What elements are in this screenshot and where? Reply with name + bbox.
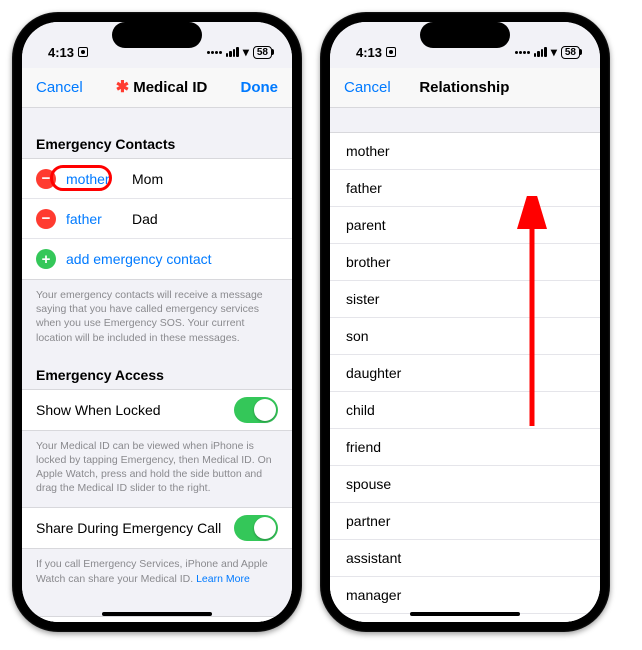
cellular-secondary-icon [515, 51, 530, 54]
wifi-icon: ▾ [243, 45, 249, 59]
relationship-option[interactable]: son [330, 318, 600, 355]
nav-bar: Cancel ✱ Medical ID Done [22, 68, 292, 108]
delete-medical-id-button[interactable]: Delete Medical ID [22, 616, 292, 622]
cellular-icon [226, 47, 239, 57]
emergency-access-header: Emergency Access [22, 357, 292, 389]
add-icon[interactable]: + [36, 249, 56, 269]
home-indicator[interactable] [410, 612, 520, 616]
contacts-footer: Your emergency contacts will receive a m… [22, 280, 292, 357]
contact-name: Dad [132, 211, 158, 227]
battery-icon: 58 [253, 46, 272, 59]
relationship-option[interactable]: mother [330, 133, 600, 170]
remove-icon[interactable]: − [36, 169, 56, 189]
cellular-secondary-icon [207, 51, 222, 54]
add-contact-label: add emergency contact [66, 251, 212, 267]
contact-name: Mom [132, 171, 163, 187]
add-contact-row[interactable]: + add emergency contact [22, 239, 292, 279]
nav-bar: Cancel Relationship [330, 68, 600, 108]
medical-asterisk-icon: ✱ [116, 80, 129, 96]
dynamic-island [420, 22, 510, 48]
relationship-option[interactable]: manager [330, 577, 600, 614]
relationship-option[interactable]: assistant [330, 540, 600, 577]
relationship-option[interactable]: partner [330, 503, 600, 540]
wifi-icon: ▾ [551, 45, 557, 59]
cellular-icon [534, 47, 547, 57]
emergency-contacts-group: − mother Mom − father Dad + add emergenc… [22, 158, 292, 280]
page-title: Relationship [419, 79, 509, 96]
contact-row[interactable]: − mother Mom [22, 159, 292, 199]
relationship-option[interactable]: friend [330, 429, 600, 466]
remove-icon[interactable]: − [36, 209, 56, 229]
relationship-option[interactable]: spouse [330, 466, 600, 503]
share-during-call-row[interactable]: Share During Emergency Call [22, 508, 292, 548]
contact-row[interactable]: − father Dad [22, 199, 292, 239]
learn-more-link[interactable]: Learn More [196, 573, 250, 585]
relationship-list[interactable]: motherfatherparentbrothersistersondaught… [330, 132, 600, 622]
relationship-option[interactable]: daughter [330, 355, 600, 392]
relationship-option[interactable]: father [330, 170, 600, 207]
done-button[interactable]: Done [240, 79, 278, 96]
status-time: 4:13 [48, 45, 74, 60]
screen-record-icon [78, 47, 88, 57]
show-locked-footer: Your Medical ID can be viewed when iPhon… [22, 431, 292, 508]
cancel-button[interactable]: Cancel [36, 79, 83, 96]
dynamic-island [112, 22, 202, 48]
battery-icon: 58 [561, 46, 580, 59]
cancel-button[interactable]: Cancel [344, 79, 391, 96]
relationship-option[interactable]: child [330, 392, 600, 429]
contact-relationship[interactable]: mother [66, 171, 132, 187]
relationship-option[interactable]: brother [330, 244, 600, 281]
relationship-option[interactable]: parent [330, 207, 600, 244]
page-title: ✱ Medical ID [116, 79, 208, 96]
share-during-call-toggle[interactable] [234, 515, 278, 541]
share-during-call-label: Share During Emergency Call [36, 520, 221, 536]
show-when-locked-toggle[interactable] [234, 397, 278, 423]
contact-relationship[interactable]: father [66, 211, 132, 227]
phone-left: 4:13 ▾ 58 Cancel ✱ Medical ID Done [12, 12, 302, 632]
home-indicator[interactable] [102, 612, 212, 616]
phone-right: 4:13 ▾ 58 Cancel Relationship motherfath… [320, 12, 610, 632]
screen-record-icon [386, 47, 396, 57]
show-when-locked-label: Show When Locked [36, 402, 161, 418]
relationship-option[interactable]: sister [330, 281, 600, 318]
status-time: 4:13 [356, 45, 382, 60]
emergency-contacts-header: Emergency Contacts [22, 108, 292, 158]
show-when-locked-row[interactable]: Show When Locked [22, 390, 292, 430]
share-call-footer: If you call Emergency Services, iPhone a… [22, 549, 292, 597]
